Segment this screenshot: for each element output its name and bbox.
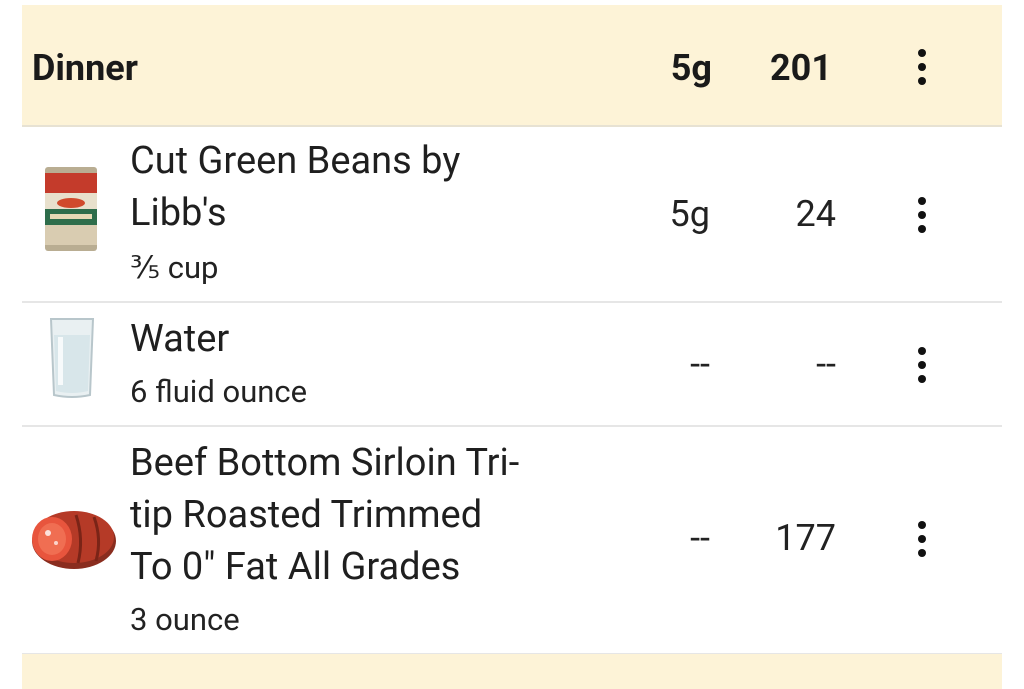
food-item-calories: 24: [795, 193, 836, 235]
food-item-name-line: Cut Green Beans by: [130, 139, 461, 183]
food-item-serving: ⅗ cup: [130, 249, 219, 286]
food-item-row[interactable]: Water 6 fluid ounce -- --: [22, 303, 1002, 427]
meal-carbs-total: 5g: [670, 47, 712, 89]
food-item-calories: 177: [775, 517, 836, 559]
food-item-name-line: To 0" Fat All Grades: [130, 545, 461, 589]
meal-calories-total: 201: [770, 47, 832, 89]
food-item-name: Cut Green Beans by Libb's: [130, 135, 460, 239]
water-glass-icon: [49, 318, 95, 398]
food-item-more-options-icon[interactable]: [902, 335, 942, 395]
food-item-name-line: tip Roasted Trimmed: [130, 493, 483, 537]
food-item-carbs: 5g: [669, 193, 710, 235]
screen-edge-left: [0, 0, 22, 689]
food-item-carbs: --: [690, 343, 710, 385]
food-item-name: Water: [130, 317, 230, 361]
green-beans-can-icon: [45, 167, 97, 251]
food-item-serving: 6 fluid ounce: [130, 373, 308, 410]
food-item-row[interactable]: Cut Green Beans by Libb's ⅗ cup 5g 24: [22, 127, 1002, 303]
next-section-header: [22, 654, 1002, 689]
food-item-more-options-icon[interactable]: [902, 185, 942, 245]
food-item-more-options-icon[interactable]: [902, 509, 942, 569]
food-item-name-line: Libb's: [130, 191, 227, 235]
food-item-name-line: Beef Bottom Sirloin Tri-: [130, 441, 520, 485]
food-item-calories: --: [816, 343, 836, 385]
food-item-name: Beef Bottom Sirloin Tri- tip Roasted Tri…: [130, 437, 519, 593]
meal-more-options-icon[interactable]: [902, 37, 942, 97]
food-item-serving: 3 ounce: [130, 601, 240, 638]
food-item-row[interactable]: Beef Bottom Sirloin Tri- tip Roasted Tri…: [22, 427, 1002, 655]
screen-edge-right: [1002, 0, 1024, 689]
meal-title: Dinner: [32, 47, 138, 89]
meal-header[interactable]: Dinner 5g 201: [22, 5, 1002, 127]
beef-roast-icon: [32, 511, 116, 569]
food-item-carbs: --: [690, 517, 710, 559]
meal-panel: Dinner 5g 201 Cut Green Beans by Libb's …: [22, 0, 1002, 689]
